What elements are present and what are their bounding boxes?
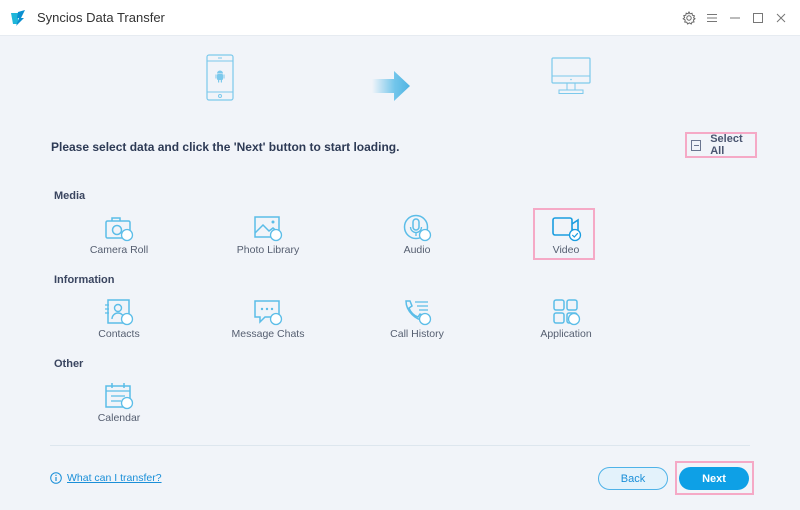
transfer-arrow-icon	[372, 71, 410, 101]
footer-divider	[50, 445, 750, 446]
select-all-checkbox[interactable]: Select All	[685, 132, 757, 158]
calendar-icon	[105, 383, 134, 410]
select-all-label: Select All	[710, 133, 743, 157]
maximize-icon	[753, 12, 763, 23]
microphone-icon	[403, 214, 432, 242]
item-label: Message Chats	[231, 328, 305, 340]
back-button[interactable]: Back	[598, 467, 668, 490]
window-title: Syncios Data Transfer	[37, 10, 165, 25]
item-label: Call History	[390, 328, 444, 340]
main-panel: Please select data and click the 'Next' …	[0, 36, 800, 510]
syncios-logo-icon	[11, 10, 25, 26]
section-label-information: Information	[54, 274, 115, 286]
gear-icon	[682, 10, 696, 25]
item-camera-roll[interactable]: Camera Roll	[69, 212, 169, 268]
item-label: Video	[552, 244, 580, 256]
instruction-text: Please select data and click the 'Next' …	[51, 140, 400, 154]
item-label: Calendar	[97, 412, 141, 424]
item-audio[interactable]: Audio	[367, 212, 467, 268]
transfer-diagram	[0, 54, 800, 119]
window-controls	[678, 0, 800, 35]
help-link-label[interactable]: What can I transfer?	[67, 472, 162, 484]
menu-button[interactable]	[701, 7, 723, 29]
minimize-icon	[730, 17, 740, 18]
item-label: Camera Roll	[89, 244, 149, 256]
contacts-icon	[105, 299, 134, 326]
close-icon	[776, 13, 786, 22]
item-application[interactable]: Application	[516, 296, 616, 352]
item-photo-library[interactable]: Photo Library	[218, 212, 318, 268]
section-label-other: Other	[54, 358, 84, 370]
section-label-media: Media	[54, 190, 86, 202]
apps-grid-icon	[553, 299, 581, 326]
item-contacts[interactable]: Contacts	[69, 296, 169, 352]
android-phone-icon	[206, 54, 234, 101]
chat-icon	[254, 300, 283, 326]
title-bar: Syncios Data Transfer	[0, 0, 800, 36]
photo-icon	[254, 216, 283, 242]
item-label: Photo Library	[236, 244, 300, 256]
maximize-button[interactable]	[747, 7, 769, 29]
hamburger-menu-icon	[707, 13, 717, 22]
info-icon	[50, 472, 62, 484]
checkbox-partial-icon	[691, 139, 702, 151]
close-button[interactable]	[770, 7, 792, 29]
camera-icon	[105, 217, 134, 242]
phone-call-icon	[405, 300, 432, 326]
computer-monitor-icon	[551, 57, 591, 94]
item-video[interactable]: Video	[516, 212, 616, 268]
item-label: Audio	[403, 244, 431, 256]
item-message-chats[interactable]: Message Chats	[218, 296, 318, 352]
next-button[interactable]: Next	[679, 467, 749, 490]
minimize-button[interactable]	[724, 7, 746, 29]
help-link[interactable]: What can I transfer?	[50, 472, 162, 484]
item-label: Application	[540, 328, 592, 340]
item-call-history[interactable]: Call History	[367, 296, 467, 352]
item-label: Contacts	[98, 328, 140, 340]
video-icon	[552, 217, 582, 242]
settings-button[interactable]	[678, 7, 700, 29]
item-calendar[interactable]: Calendar	[69, 380, 169, 436]
